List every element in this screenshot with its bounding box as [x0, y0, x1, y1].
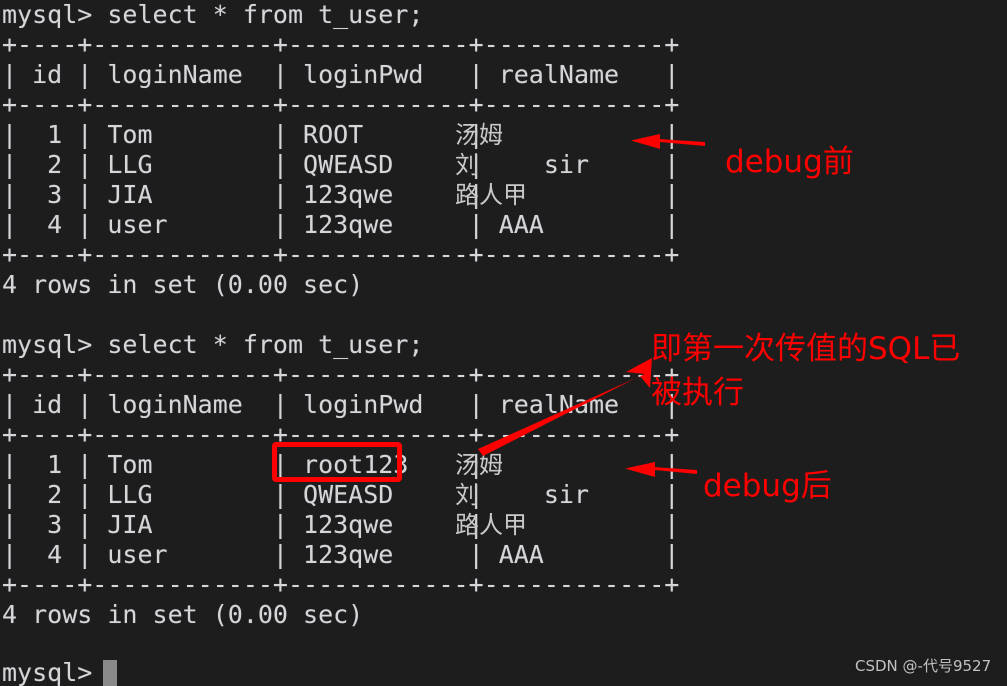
- terminal-cjk-cell: 刘: [455, 151, 479, 179]
- terminal-line: | 2 | LLG | QWEASD | sir |: [2, 150, 680, 179]
- terminal-line: | 3 | JIA | 123qwe | |: [2, 180, 680, 209]
- terminal-line: +----+------------+------------+--------…: [2, 30, 680, 59]
- highlight-box-root123: [272, 442, 402, 482]
- watermark: CSDN @-代号9527: [855, 657, 992, 675]
- terminal-cjk-cell: 路人甲: [455, 511, 527, 539]
- terminal-cjk-cell: 刘: [455, 481, 479, 509]
- terminal-line: 4 rows in set (0.00 sec): [2, 600, 364, 629]
- terminal-line: | 3 | JIA | 123qwe | |: [2, 510, 680, 539]
- annotation-explanation-line1: 即第一次传值的SQL已: [651, 331, 961, 367]
- terminal-line: +----+------------+------------+--------…: [2, 90, 680, 119]
- terminal-cursor: [103, 660, 117, 686]
- terminal-cjk-cell: 路人甲: [455, 181, 527, 209]
- annotation-debug-after: debug后: [703, 468, 832, 504]
- annotation-explanation-line2: 被执行: [651, 375, 744, 411]
- terminal-line: 4 rows in set (0.00 sec): [2, 270, 364, 299]
- terminal-line: +----+------------+------------+--------…: [2, 360, 680, 389]
- terminal-screenshot: mysql> select * from t_user; +----+------…: [0, 0, 1007, 686]
- terminal-line: | id | loginName | loginPwd | realName |: [2, 390, 680, 419]
- terminal-line: +----+------------+------------+--------…: [2, 570, 680, 599]
- terminal-line: mysql> select * from t_user;: [2, 330, 424, 359]
- terminal-line: | 4 | user | 123qwe | AAA |: [2, 540, 680, 569]
- terminal-cjk-cell: 汤姆: [455, 121, 503, 149]
- terminal-line: | 4 | user | 123qwe | AAA |: [2, 210, 680, 239]
- terminal-line: | id | loginName | loginPwd | realName |: [2, 60, 680, 89]
- terminal-line: mysql>: [2, 658, 93, 686]
- terminal-line: | 1 | Tom | ROOT | |: [2, 120, 680, 149]
- annotation-debug-before: debug前: [725, 144, 854, 180]
- terminal-line: mysql> select * from t_user;: [2, 0, 424, 29]
- terminal-line: +----+------------+------------+--------…: [2, 240, 680, 269]
- terminal-line: | 2 | LLG | QWEASD | sir |: [2, 480, 680, 509]
- terminal-cjk-cell: 汤姆: [455, 451, 503, 479]
